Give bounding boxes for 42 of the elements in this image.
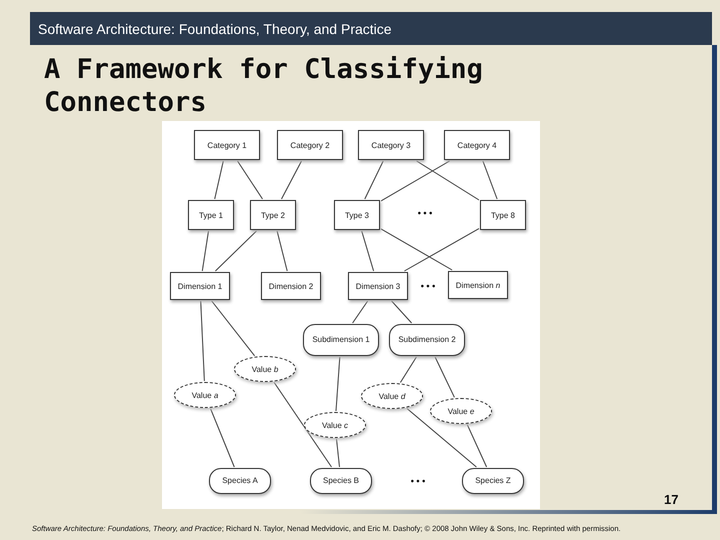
type-node: Type 3 (334, 200, 380, 230)
connector-line (352, 300, 368, 324)
connector-line (237, 160, 263, 200)
value-node: Value a (174, 382, 236, 408)
value-node: Value e (430, 398, 492, 424)
slide-title: A Framework for Classifying Connectors (44, 53, 484, 119)
species-node: Species Z (462, 468, 524, 494)
connector-line (391, 300, 412, 324)
connector-line (361, 230, 374, 272)
connector-line (214, 160, 224, 200)
value-node: Value b (234, 356, 296, 382)
connector-line (214, 230, 257, 272)
value-node: Value c (304, 412, 366, 438)
dimension-node: Dimension n (448, 271, 508, 299)
connector-line (336, 438, 340, 468)
connector-line (202, 230, 209, 272)
connector-line (482, 160, 498, 200)
header-title: Software Architecture: Foundations, Theory, and Practice (38, 20, 392, 36)
subdimension-node: Subdimension 2 (389, 324, 465, 356)
dimension-node: Dimension 1 (170, 272, 230, 300)
dimension-node: Dimension 3 (348, 272, 408, 300)
connector-line (400, 356, 417, 383)
type-node: Type 2 (250, 200, 296, 230)
type-node: Type 8 (480, 200, 526, 230)
connector-line (434, 356, 455, 398)
subdimension-node: Subdimension 1 (303, 324, 379, 356)
category-node: Category 3 (358, 130, 424, 160)
connector-line (210, 408, 235, 468)
category-node: Category 4 (444, 130, 510, 160)
value-node: Value d (361, 383, 423, 409)
species-node: Species B (310, 468, 372, 494)
type-node: Type 1 (188, 200, 234, 230)
connector-line (281, 160, 302, 200)
category-node: Category 2 (277, 130, 343, 160)
category-node: Category 1 (194, 130, 260, 160)
connector-line (336, 356, 340, 412)
page-number: 17 (664, 492, 678, 507)
dimension-node: Dimension 2 (261, 272, 321, 300)
species-node: Species A (209, 468, 271, 494)
connector-line (276, 230, 288, 272)
connector-line (416, 160, 480, 200)
connector-line (211, 300, 256, 356)
